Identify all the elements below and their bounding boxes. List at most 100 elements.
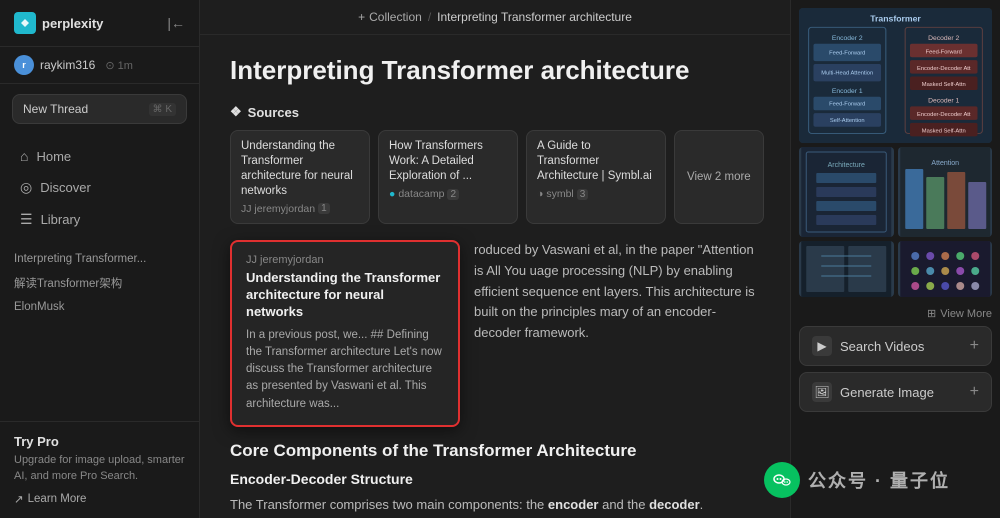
view-more-images-button[interactable]: ⊞ View More <box>791 305 1000 326</box>
article-area: Interpreting Transformer architecture ❖ … <box>200 35 790 518</box>
source-title-2: How Transformers Work: A Detailed Explor… <box>389 139 507 184</box>
sidebar: perplexity |← r raykim316 ⊙ 1m New Threa… <box>0 0 200 518</box>
user-name: raykim316 <box>40 58 95 72</box>
try-pro-desc: Upgrade for image upload, smarter AI, an… <box>14 453 185 484</box>
article-title: Interpreting Transformer architecture <box>230 55 760 86</box>
generate-image-left: 🖼 Generate Image <box>812 382 934 402</box>
source-title-3: A Guide to Transformer Architecture | Sy… <box>537 139 655 184</box>
home-label: Home <box>36 149 71 164</box>
library-item-3[interactable]: ElonMusk <box>0 296 199 318</box>
source-num-2: 2 <box>447 189 459 200</box>
sources-label: ❖ Sources <box>230 104 760 120</box>
svg-text:Encoder-Decoder Att: Encoder-Decoder Att <box>917 112 971 118</box>
search-videos-icon: ▶ <box>812 336 832 356</box>
image-thumb-1[interactable]: Transformer Encoder 2 Feed-Forward Multi… <box>799 8 992 143</box>
svg-text:Transformer: Transformer <box>870 14 921 24</box>
source-card-1[interactable]: Understanding the Transformer architectu… <box>230 130 370 224</box>
discover-icon: ◎ <box>20 179 32 196</box>
library-section: Interpreting Transformer... 解读Transforme… <box>0 242 199 322</box>
discover-label: Discover <box>40 180 91 195</box>
breadcrumb-separator: / <box>428 10 431 24</box>
source-author-3: symbl <box>546 188 573 200</box>
svg-text:Architecture: Architecture <box>828 162 865 169</box>
svg-text:Feed-Forward: Feed-Forward <box>829 50 865 56</box>
new-thread-shortcut: ⌘ K <box>149 103 176 116</box>
source-author-1: JJ jeremyjordan <box>241 203 315 215</box>
sidebar-item-home[interactable]: ⌂ Home <box>6 141 193 171</box>
source-card-3[interactable]: A Guide to Transformer Architecture | Sy… <box>526 130 666 224</box>
main-content: + Collection / Interpreting Transformer … <box>200 0 790 518</box>
nav-items: ⌂ Home ◎ Discover ☰ Library <box>0 134 199 242</box>
learn-more-arrow-icon: ↗ <box>14 492 24 506</box>
source-author-2: datacamp <box>398 188 444 200</box>
source-meta-3: ◑ symbl 3 <box>537 188 655 200</box>
article-intro: roduced by Vaswani et al, in the paper "… <box>474 240 760 344</box>
image-thumb-4[interactable] <box>799 241 894 297</box>
section1-title: Core Components of the Transformer Archi… <box>230 441 760 461</box>
source-num-3: 3 <box>577 189 589 200</box>
new-thread-label: New Thread <box>23 102 88 116</box>
source-popup-card[interactable]: JJ jeremyjordan Understanding the Transf… <box>230 240 460 427</box>
generate-image-button[interactable]: 🖼 Generate Image + <box>799 372 992 412</box>
avatar: r <box>14 55 34 75</box>
sidebar-toggle-button[interactable]: |← <box>167 15 185 31</box>
home-icon: ⌂ <box>20 148 28 164</box>
svg-text:Decoder 2: Decoder 2 <box>928 35 959 42</box>
image-thumb-3[interactable]: Attention <box>898 147 993 237</box>
source-title-1: Understanding the Transformer architectu… <box>241 139 359 199</box>
sidebar-item-library[interactable]: ☰ Library <box>6 204 193 235</box>
view-more-images-label: View More <box>940 308 992 320</box>
logo-text: perplexity <box>42 16 103 31</box>
popup-title: Understanding the Transformer architectu… <box>246 270 444 321</box>
popup-author: JJ jeremyjordan <box>246 254 444 266</box>
sources-grid: Understanding the Transformer architectu… <box>230 130 760 224</box>
svg-text:Encoder 2: Encoder 2 <box>832 35 863 42</box>
view-more-button[interactable]: View 2 more <box>674 130 764 224</box>
popup-body: In a previous post, we... ## Defining th… <box>246 327 444 413</box>
source-symbl-icon: ◑ <box>537 188 543 200</box>
sources-icon: ❖ <box>230 104 242 120</box>
sidebar-header: perplexity |← <box>0 0 199 47</box>
svg-text:Encoder 1: Encoder 1 <box>832 88 863 95</box>
section2-text: The Transformer comprises two main compo… <box>230 495 760 516</box>
svg-text:Attention: Attention <box>931 160 959 167</box>
sidebar-footer: Try Pro Upgrade for image upload, smarte… <box>0 421 199 518</box>
image-thumb-5[interactable] <box>898 241 993 297</box>
search-videos-label: Search Videos <box>840 339 924 354</box>
right-panel-actions: ▶ Search Videos + 🖼 Generate Image + <box>791 326 1000 420</box>
view-more-images-icon: ⊞ <box>927 307 936 320</box>
source-meta-2: ● datacamp 2 <box>389 188 507 200</box>
library-item-1[interactable]: Interpreting Transformer... <box>0 248 199 270</box>
svg-text:Self-Attention: Self-Attention <box>830 118 865 124</box>
breadcrumb-current: Interpreting Transformer architecture <box>437 10 632 24</box>
source-num-1: 1 <box>318 203 330 214</box>
collection-label: Collection <box>369 10 422 24</box>
search-videos-button[interactable]: ▶ Search Videos + <box>799 326 992 366</box>
svg-text:Decoder 1: Decoder 1 <box>928 98 959 105</box>
source-meta-1: JJ jeremyjordan 1 <box>241 203 359 215</box>
logo-icon <box>14 12 36 34</box>
collection-plus-icon: + <box>358 10 365 24</box>
learn-more-label: Learn More <box>28 493 87 505</box>
search-videos-left: ▶ Search Videos <box>812 336 924 356</box>
svg-text:Masked Self-Attn: Masked Self-Attn <box>922 82 966 88</box>
svg-text:Multi-Head Attention: Multi-Head Attention <box>821 71 873 77</box>
source-dot-2: ● <box>389 188 395 200</box>
right-panel: Transformer Encoder 2 Feed-Forward Multi… <box>790 0 1000 518</box>
user-time: ⊙ 1m <box>105 59 133 72</box>
new-thread-button[interactable]: New Thread ⌘ K <box>12 94 187 124</box>
source-card-2[interactable]: How Transformers Work: A Detailed Explor… <box>378 130 518 224</box>
search-videos-plus-icon: + <box>970 337 979 355</box>
image-thumb-2[interactable]: Architecture <box>799 147 894 237</box>
image-row-3 <box>799 241 992 297</box>
breadcrumb: + Collection / Interpreting Transformer … <box>200 0 790 35</box>
generate-image-icon: 🖼 <box>812 382 832 402</box>
learn-more-button[interactable]: ↗ Learn More <box>14 492 185 506</box>
sidebar-item-discover[interactable]: ◎ Discover <box>6 172 193 203</box>
image-row-2: Architecture Attention <box>799 147 992 237</box>
svg-text:Masked Self-Attn: Masked Self-Attn <box>922 128 966 134</box>
try-pro-title: Try Pro <box>14 434 185 449</box>
svg-text:Encoder-Decoder Att: Encoder-Decoder Att <box>917 66 971 72</box>
breadcrumb-collection[interactable]: + Collection <box>358 10 422 24</box>
library-item-2[interactable]: 解读Transformer架构 <box>0 270 199 296</box>
